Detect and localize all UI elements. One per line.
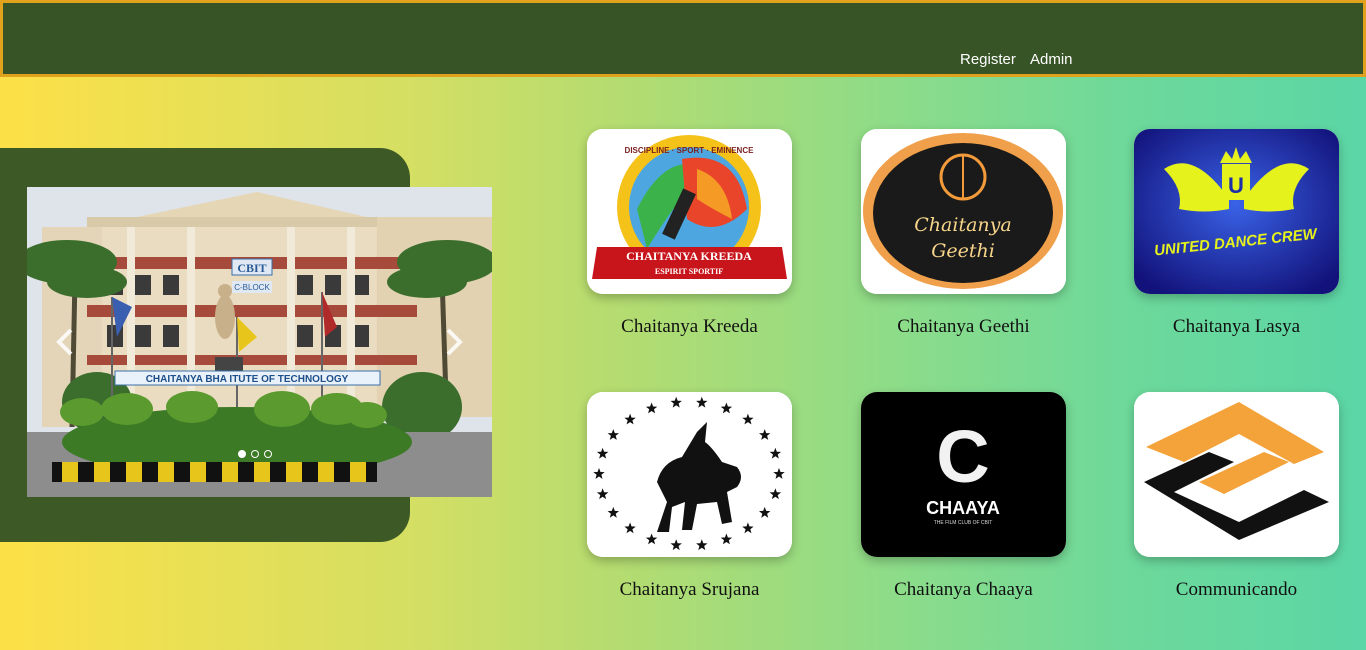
carousel-dot-3[interactable] bbox=[264, 450, 272, 458]
club-geethi[interactable]: Chaitanya Geethi Chaitanya Geethi bbox=[861, 129, 1066, 338]
club-communicando-logo[interactable] bbox=[1134, 392, 1339, 557]
admin-link[interactable]: Admin bbox=[1030, 51, 1073, 68]
kreeda-banner-text: CHAITANYA KREEDA bbox=[626, 249, 752, 263]
institute-banner-text: CHAITANYA BHA ITUTE OF TECHNOLOGY bbox=[146, 374, 349, 385]
top-navbar: Register Admin bbox=[0, 0, 1366, 77]
club-geethi-logo[interactable]: Chaitanya Geethi bbox=[861, 129, 1066, 294]
club-kreeda-logo[interactable]: DISCIPLINE · SPORT · EMINENCE CHAITANYA … bbox=[587, 129, 792, 294]
club-chaaya-name[interactable]: Chaitanya Chaaya bbox=[861, 579, 1066, 601]
club-kreeda[interactable]: DISCIPLINE · SPORT · EMINENCE CHAITANYA … bbox=[587, 129, 792, 338]
lasya-logo-mark: U bbox=[1228, 173, 1244, 198]
chaaya-logo-mark: C bbox=[936, 415, 989, 498]
kreeda-sub-text: ESPIRIT SPORTIF bbox=[655, 267, 723, 276]
chevron-right-icon bbox=[446, 328, 463, 356]
carousel-indicators bbox=[238, 450, 272, 458]
club-chaaya-logo[interactable]: C CHAAYA THE FILM CLUB OF CBIT bbox=[861, 392, 1066, 557]
carousel-prev-button[interactable] bbox=[45, 317, 85, 367]
club-lasya-name[interactable]: Chaitanya Lasya bbox=[1134, 316, 1339, 338]
geethi-logo-line1: Chaitanya bbox=[914, 214, 1011, 236]
chaaya-logo-title: CHAAYA bbox=[926, 498, 1000, 518]
club-srujana-logo[interactable] bbox=[587, 392, 792, 557]
club-chaaya[interactable]: C CHAAYA THE FILM CLUB OF CBIT Chaitanya… bbox=[861, 392, 1066, 601]
club-geethi-name[interactable]: Chaitanya Geethi bbox=[861, 316, 1066, 338]
carousel-dot-2[interactable] bbox=[251, 450, 259, 458]
block-sign: C-BLOCK bbox=[234, 283, 270, 292]
club-srujana-name[interactable]: Chaitanya Srujana bbox=[587, 579, 792, 601]
chevron-left-icon bbox=[56, 328, 73, 356]
chaaya-logo-sub: THE FILM CLUB OF CBIT bbox=[934, 520, 993, 526]
carousel-next-button[interactable] bbox=[434, 317, 474, 367]
club-lasya[interactable]: U UNITED DANCE CREW Chaitanya Lasya bbox=[1134, 129, 1339, 338]
kreeda-arc-text: DISCIPLINE · SPORT · EMINENCE bbox=[625, 146, 755, 155]
club-kreeda-name[interactable]: Chaitanya Kreeda bbox=[587, 316, 792, 338]
club-communicando-name[interactable]: Communicando bbox=[1134, 579, 1339, 601]
carousel-dot-1[interactable] bbox=[238, 450, 246, 458]
register-link[interactable]: Register bbox=[960, 51, 1016, 68]
club-lasya-logo[interactable]: U UNITED DANCE CREW bbox=[1134, 129, 1339, 294]
geethi-logo-line2: Geethi bbox=[931, 240, 995, 262]
cbit-sign: CBIT bbox=[237, 261, 266, 275]
image-carousel[interactable]: CBIT C-BLOCK CHAITANYA BHA ITUTE OF TECH… bbox=[27, 187, 492, 497]
club-communicando[interactable]: Communicando bbox=[1134, 392, 1339, 601]
club-srujana[interactable]: Chaitanya Srujana bbox=[587, 392, 792, 601]
